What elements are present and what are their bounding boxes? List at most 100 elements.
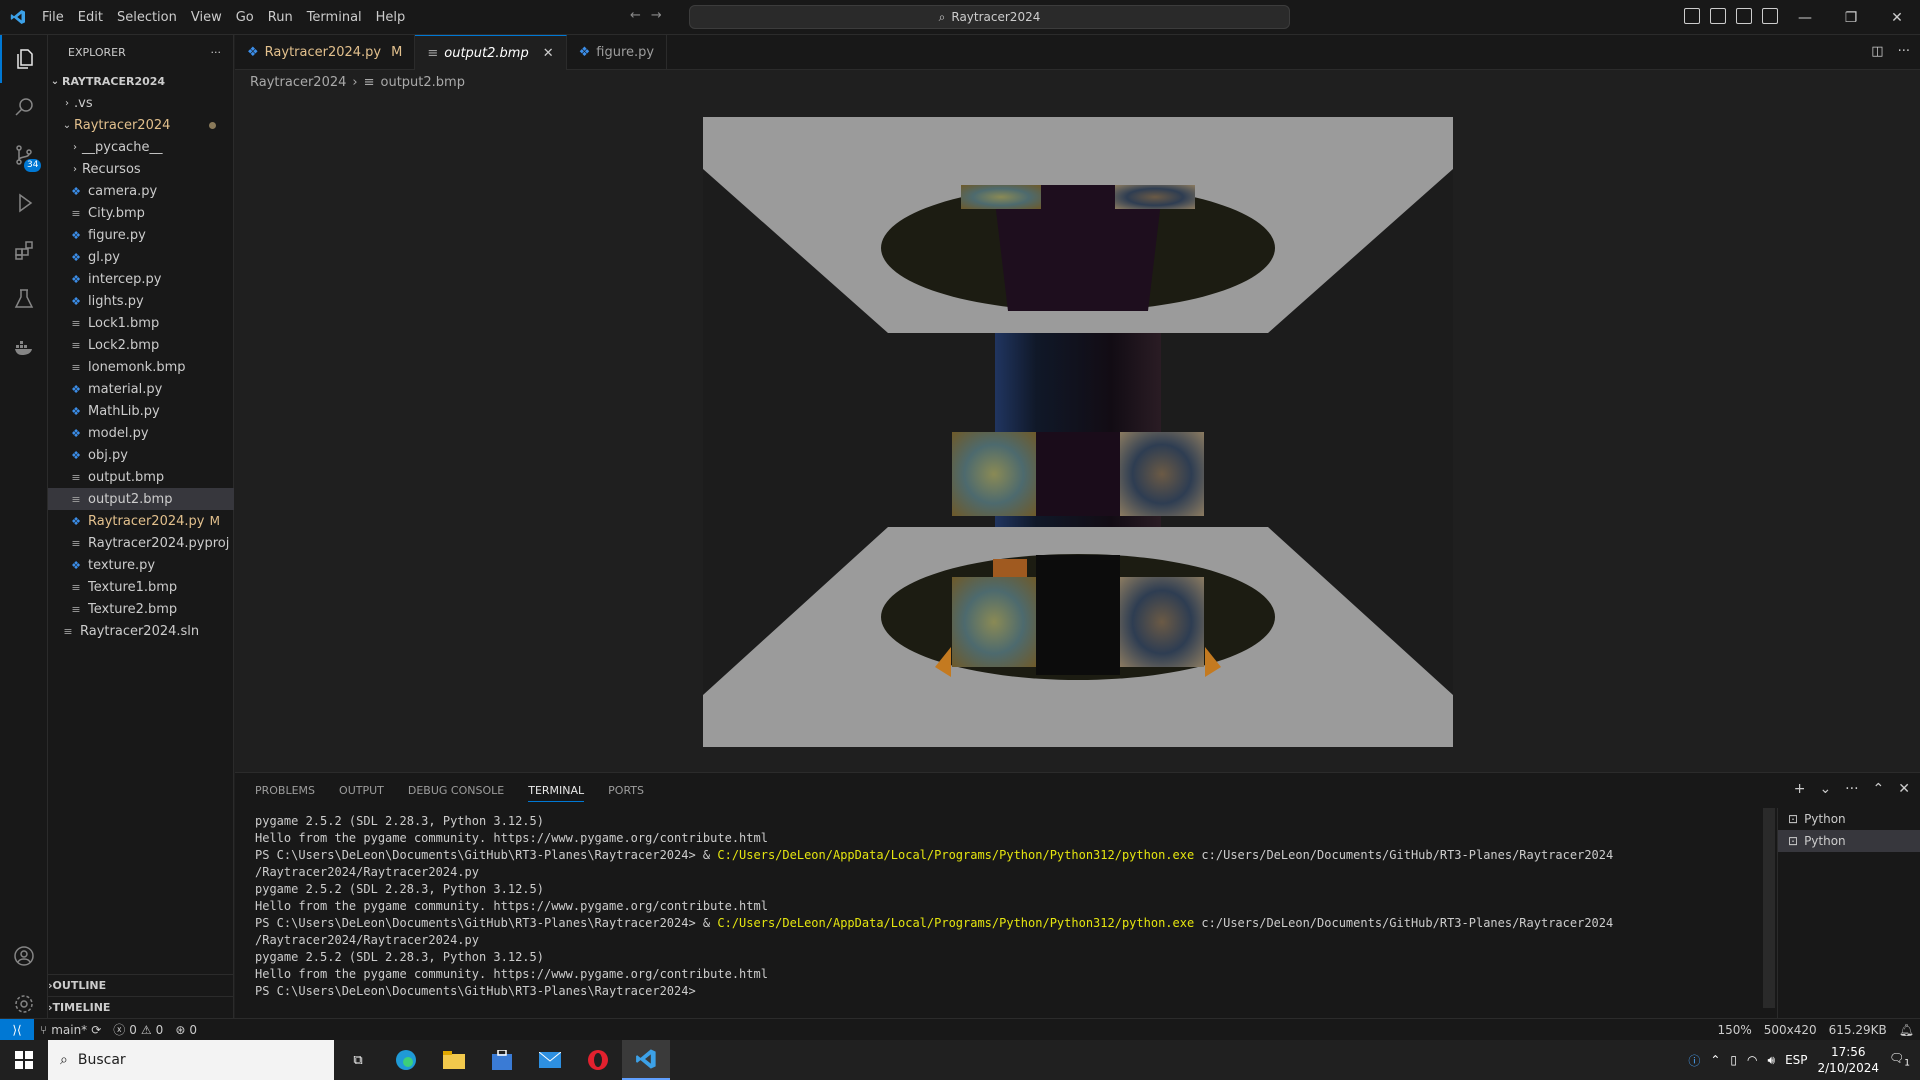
breadcrumb-folder[interactable]: Raytracer2024 <box>250 75 346 90</box>
tree-item[interactable]: ❖ Raytracer2024.py M <box>48 510 234 532</box>
tree-item[interactable]: ❖ obj.py <box>48 444 234 466</box>
outline-section[interactable]: › OUTLINE <box>48 974 234 996</box>
new-terminal-icon[interactable]: + <box>1794 781 1806 797</box>
ports-indicator[interactable]: ⊛ 0 <box>169 1023 203 1037</box>
taskbar-search[interactable]: ⌕ Buscar <box>48 1040 334 1080</box>
tree-item[interactable]: › __pycache__ <box>48 136 234 158</box>
menu-selection[interactable]: Selection <box>110 0 184 35</box>
opera-icon[interactable] <box>574 1040 622 1080</box>
tab-raytracer2024-py[interactable]: ❖ Raytracer2024.py M <box>235 35 416 70</box>
breadcrumb-file[interactable]: output2.bmp <box>381 75 465 90</box>
terminal-output[interactable]: pygame 2.5.2 (SDL 2.28.3, Python 3.12.5)… <box>255 813 1920 1000</box>
panel-tab-output[interactable]: OUTPUT <box>339 784 384 797</box>
more-actions-icon[interactable]: ··· <box>211 46 222 59</box>
more-actions-icon[interactable]: ··· <box>1845 781 1858 797</box>
menu-view[interactable]: View <box>184 0 229 35</box>
menu-edit[interactable]: Edit <box>71 0 110 35</box>
tree-item[interactable]: ❖ lights.py <box>48 290 234 312</box>
split-editor-icon[interactable]: ◫ <box>1871 44 1883 59</box>
sync-icon[interactable]: ⟳ <box>91 1023 101 1037</box>
command-center[interactable]: ⌕ Raytracer2024 <box>689 5 1290 29</box>
menu-help[interactable]: Help <box>369 0 413 35</box>
tree-item[interactable]: ≡ lonemonk.bmp <box>48 356 234 378</box>
toggle-panel-icon[interactable] <box>1710 8 1726 24</box>
forward-arrow-icon[interactable]: → <box>651 8 662 23</box>
maximize-panel-icon[interactable]: ⌃ <box>1873 781 1885 797</box>
tree-item[interactable]: ❖ intercep.py <box>48 268 234 290</box>
extensions-icon[interactable] <box>0 227 48 275</box>
problems-indicator[interactable]: ⓧ 0 ⚠ 0 <box>107 1021 169 1038</box>
tab-figure-py[interactable]: ❖ figure.py <box>567 35 668 70</box>
terminal-instance[interactable]: ⊡ Python <box>1778 808 1920 830</box>
remote-indicator-icon[interactable]: ⟩⟨ <box>0 1018 34 1041</box>
close-window-button[interactable]: ✕ <box>1874 0 1920 35</box>
notification-center-icon[interactable]: 🗨︎1 <box>1889 1051 1910 1068</box>
tree-item[interactable]: ≡ Texture1.bmp <box>48 576 234 598</box>
tree-item[interactable]: ≡ output2.bmp <box>48 488 234 510</box>
zoom-level[interactable]: 150% <box>1711 1023 1757 1037</box>
tree-item[interactable]: ❖ model.py <box>48 422 234 444</box>
device-icon[interactable]: ▯ <box>1730 1053 1737 1067</box>
tree-item[interactable]: ≡ Lock1.bmp <box>48 312 234 334</box>
terminal-scrollbar[interactable] <box>1763 808 1775 1008</box>
tree-item[interactable]: ≡ Lock2.bmp <box>48 334 234 356</box>
tree-item[interactable]: ≡ Raytracer2024.sln <box>48 620 234 642</box>
tree-item[interactable]: ❖ texture.py <box>48 554 234 576</box>
menu-terminal[interactable]: Terminal <box>300 0 369 35</box>
clock[interactable]: 17:56 2/10/2024 <box>1818 1044 1880 1076</box>
run-debug-icon[interactable] <box>0 179 48 227</box>
tree-item[interactable]: ⌄ Raytracer2024 <box>48 114 234 136</box>
terminal-instance[interactable]: ⊡ Python <box>1778 830 1920 852</box>
source-control-icon[interactable]: 34 <box>0 131 48 179</box>
toggle-secondary-sidebar-icon[interactable] <box>1736 8 1752 24</box>
tree-item[interactable]: ❖ camera.py <box>48 180 234 202</box>
timeline-section[interactable]: › TIMELINE <box>48 996 234 1018</box>
panel-tab-debug-console[interactable]: DEBUG CONSOLE <box>408 784 504 797</box>
mail-icon[interactable] <box>526 1040 574 1080</box>
wifi-icon[interactable]: ◠ <box>1747 1053 1757 1067</box>
close-panel-icon[interactable]: ✕ <box>1898 781 1910 797</box>
minimize-button[interactable]: — <box>1782 0 1828 35</box>
more-actions-icon[interactable]: ··· <box>1898 44 1910 59</box>
windows-start-icon[interactable] <box>0 1040 48 1080</box>
tree-item[interactable]: ❖ figure.py <box>48 224 234 246</box>
tree-item[interactable]: ❖ MathLib.py <box>48 400 234 422</box>
branch-indicator[interactable]: ⑂ main* ⟳ <box>34 1023 107 1037</box>
close-tab-icon[interactable]: ✕ <box>543 46 554 61</box>
accounts-icon[interactable] <box>0 932 48 980</box>
tab-output2-bmp[interactable]: ≡ output2.bmp ✕ <box>415 35 567 70</box>
input-language[interactable]: ESP <box>1785 1053 1807 1067</box>
file-explorer-icon[interactable] <box>430 1040 478 1080</box>
microsoft-store-icon[interactable] <box>478 1040 526 1080</box>
tree-item[interactable]: ≡ Raytracer2024.pyproj <box>48 532 234 554</box>
edge-icon[interactable] <box>382 1040 430 1080</box>
tree-item[interactable]: › .vs <box>48 92 234 114</box>
tree-item[interactable]: ≡ Texture2.bmp <box>48 598 234 620</box>
tree-item[interactable]: ❖ material.py <box>48 378 234 400</box>
explorer-root-folder[interactable]: ⌄ RAYTRACER2024 <box>48 70 234 92</box>
panel-tab-terminal[interactable]: TERMINAL <box>528 784 585 802</box>
menu-file[interactable]: File <box>35 0 71 35</box>
docker-icon[interactable] <box>0 323 48 371</box>
chevron-down-icon[interactable]: ⌄ <box>1819 781 1831 797</box>
notifications-bell-icon[interactable]: 🔔︎ <box>1893 1023 1920 1037</box>
menu-run[interactable]: Run <box>261 0 300 35</box>
back-arrow-icon[interactable]: ← <box>630 8 641 23</box>
menu-go[interactable]: Go <box>229 0 261 35</box>
volume-icon[interactable]: 🔊︎ <box>1768 1053 1776 1068</box>
tray-chevron-up-icon[interactable]: ⌃ <box>1710 1053 1720 1067</box>
testing-icon[interactable] <box>0 275 48 323</box>
vscode-taskbar-icon[interactable] <box>622 1040 670 1080</box>
explorer-icon[interactable] <box>0 35 48 83</box>
panel-tab-ports[interactable]: PORTS <box>608 784 644 797</box>
task-view-icon[interactable]: ⧉ <box>334 1040 382 1080</box>
tree-item[interactable]: ❖ gl.py <box>48 246 234 268</box>
tree-item[interactable]: ≡ output.bmp <box>48 466 234 488</box>
panel-tab-problems[interactable]: PROBLEMS <box>255 784 315 797</box>
customize-layout-icon[interactable] <box>1762 8 1778 24</box>
search-icon[interactable] <box>0 83 48 131</box>
help-icon[interactable]: ⓘ <box>1688 1052 1700 1069</box>
tree-item[interactable]: › Recursos <box>48 158 234 180</box>
tree-item[interactable]: ≡ City.bmp <box>48 202 234 224</box>
toggle-primary-sidebar-icon[interactable] <box>1684 8 1700 24</box>
